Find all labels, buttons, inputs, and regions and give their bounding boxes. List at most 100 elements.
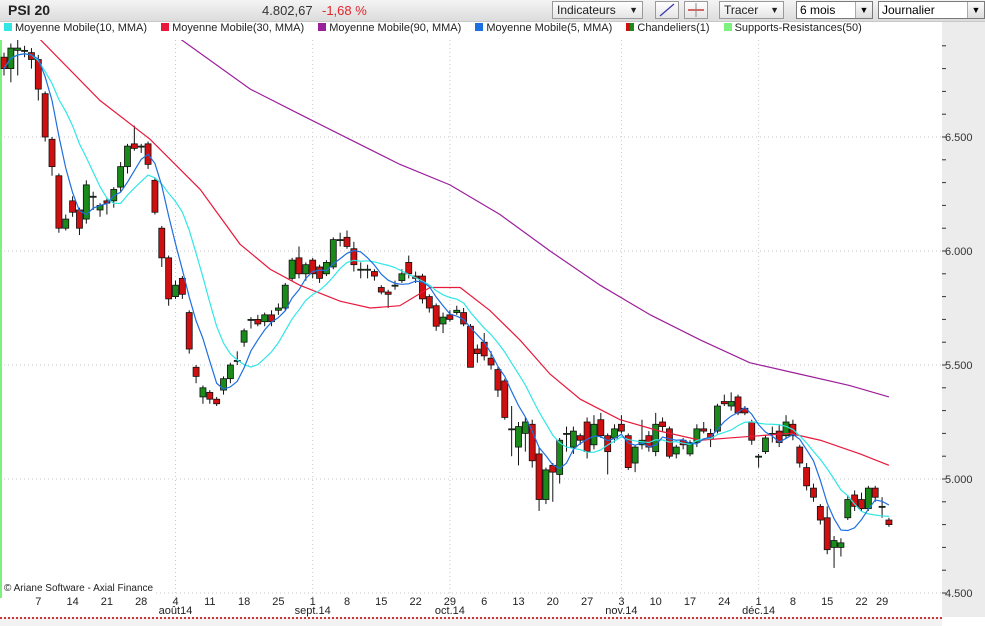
x-tick-label: 24 <box>718 596 730 608</box>
candle <box>816 505 824 521</box>
legend-item-candles[interactable]: Chandeliers(1) <box>622 22 710 34</box>
legend-item-ma5[interactable]: Moyenne Mobile(5, MMA) <box>471 22 612 34</box>
legend-swatch <box>723 23 732 31</box>
x-tick-label: 18 <box>238 596 250 608</box>
candle <box>535 453 543 500</box>
candle <box>432 305 440 327</box>
candle <box>281 284 289 309</box>
candle <box>583 421 591 453</box>
candle <box>124 145 131 168</box>
candle <box>261 314 269 323</box>
candle <box>247 318 255 321</box>
month-label: sept.14 <box>295 605 331 617</box>
ma10-line <box>3 53 889 517</box>
candle <box>748 421 756 441</box>
candle <box>885 519 893 525</box>
x-tick-label: 25 <box>272 596 284 608</box>
candle <box>762 437 769 453</box>
candle <box>254 318 262 325</box>
legend-swatch <box>161 23 170 31</box>
candle <box>659 421 666 427</box>
y-tick-label: 5.500 <box>945 360 973 372</box>
candle <box>62 218 70 229</box>
month-label: nov.14 <box>605 605 637 617</box>
candle <box>467 325 474 368</box>
candle <box>700 428 708 432</box>
candle <box>69 200 76 213</box>
candle <box>576 435 584 441</box>
candle <box>871 487 879 498</box>
legend-item-ma30[interactable]: Moyenne Mobile(30, MMA) <box>157 22 304 34</box>
candle <box>501 380 509 418</box>
x-tick-label: 15 <box>375 596 387 608</box>
candle <box>14 47 22 51</box>
candle <box>720 401 728 405</box>
y-tick-label: 5.000 <box>945 474 973 486</box>
price-chart[interactable]: 6.5006.0005.5005.0004.5007 14 21 28 4 11 18 25 1… <box>0 0 985 624</box>
candle <box>371 271 378 277</box>
month-label: oct.14 <box>435 605 465 617</box>
x-tick-label: 6 <box>481 596 487 608</box>
x-tick-label: 22 <box>409 596 421 608</box>
candle <box>508 428 516 431</box>
candle <box>343 236 351 247</box>
legend-item-ma90[interactable]: Moyenne Mobile(90, MMA) <box>314 22 461 34</box>
candle <box>288 259 296 279</box>
candle <box>117 166 125 188</box>
candle <box>316 266 323 279</box>
candle <box>652 423 660 453</box>
ma30-line <box>39 40 890 466</box>
candle <box>618 423 625 432</box>
candle <box>21 49 28 52</box>
ma5-line <box>3 53 890 532</box>
candle <box>357 268 365 271</box>
candle <box>480 341 488 357</box>
candle <box>48 138 56 168</box>
ma90-line <box>180 40 890 398</box>
candle <box>391 284 399 287</box>
x-tick-label: 22 <box>855 596 867 608</box>
legend: Moyenne Mobile(10, MMA) Moyenne Mobile(3… <box>0 22 940 39</box>
candle <box>439 316 447 325</box>
legend-swatch <box>318 23 327 31</box>
candle <box>672 446 680 455</box>
candle <box>597 419 605 437</box>
candle <box>453 309 461 313</box>
candle <box>405 261 413 275</box>
y-tick-label: 6.000 <box>945 246 973 258</box>
x-tick-label: 15 <box>821 596 833 608</box>
candle <box>796 446 804 464</box>
candle <box>837 542 845 548</box>
candle <box>425 296 433 309</box>
candle <box>41 93 49 138</box>
candle <box>844 499 852 519</box>
legend-swatch <box>626 23 635 31</box>
candle <box>295 257 303 275</box>
x-tick-label: 7 <box>35 596 41 608</box>
month-label: déc.14 <box>742 605 775 617</box>
candle <box>494 369 502 391</box>
candle <box>130 143 138 149</box>
candle <box>302 264 310 275</box>
candle <box>89 195 97 198</box>
candle <box>563 432 570 435</box>
candle <box>76 209 83 229</box>
candle <box>830 540 838 548</box>
x-tick-label: 21 <box>101 596 113 608</box>
month-label: août14 <box>159 605 193 617</box>
candle <box>274 307 282 311</box>
candle <box>384 291 392 295</box>
candle <box>199 387 207 398</box>
x-tick-label: 13 <box>512 596 524 608</box>
candle <box>858 499 865 510</box>
candle <box>137 145 145 148</box>
candle <box>727 401 735 407</box>
candle <box>172 284 179 298</box>
candle <box>55 175 63 229</box>
candle <box>226 364 234 380</box>
legend-item-support-resistance[interactable]: Supports-Resistances(50) <box>720 22 862 34</box>
legend-item-ma10[interactable]: Moyenne Mobile(10, MMA) <box>0 22 147 34</box>
candle <box>521 421 529 434</box>
candle <box>364 268 371 271</box>
candle <box>446 314 454 320</box>
